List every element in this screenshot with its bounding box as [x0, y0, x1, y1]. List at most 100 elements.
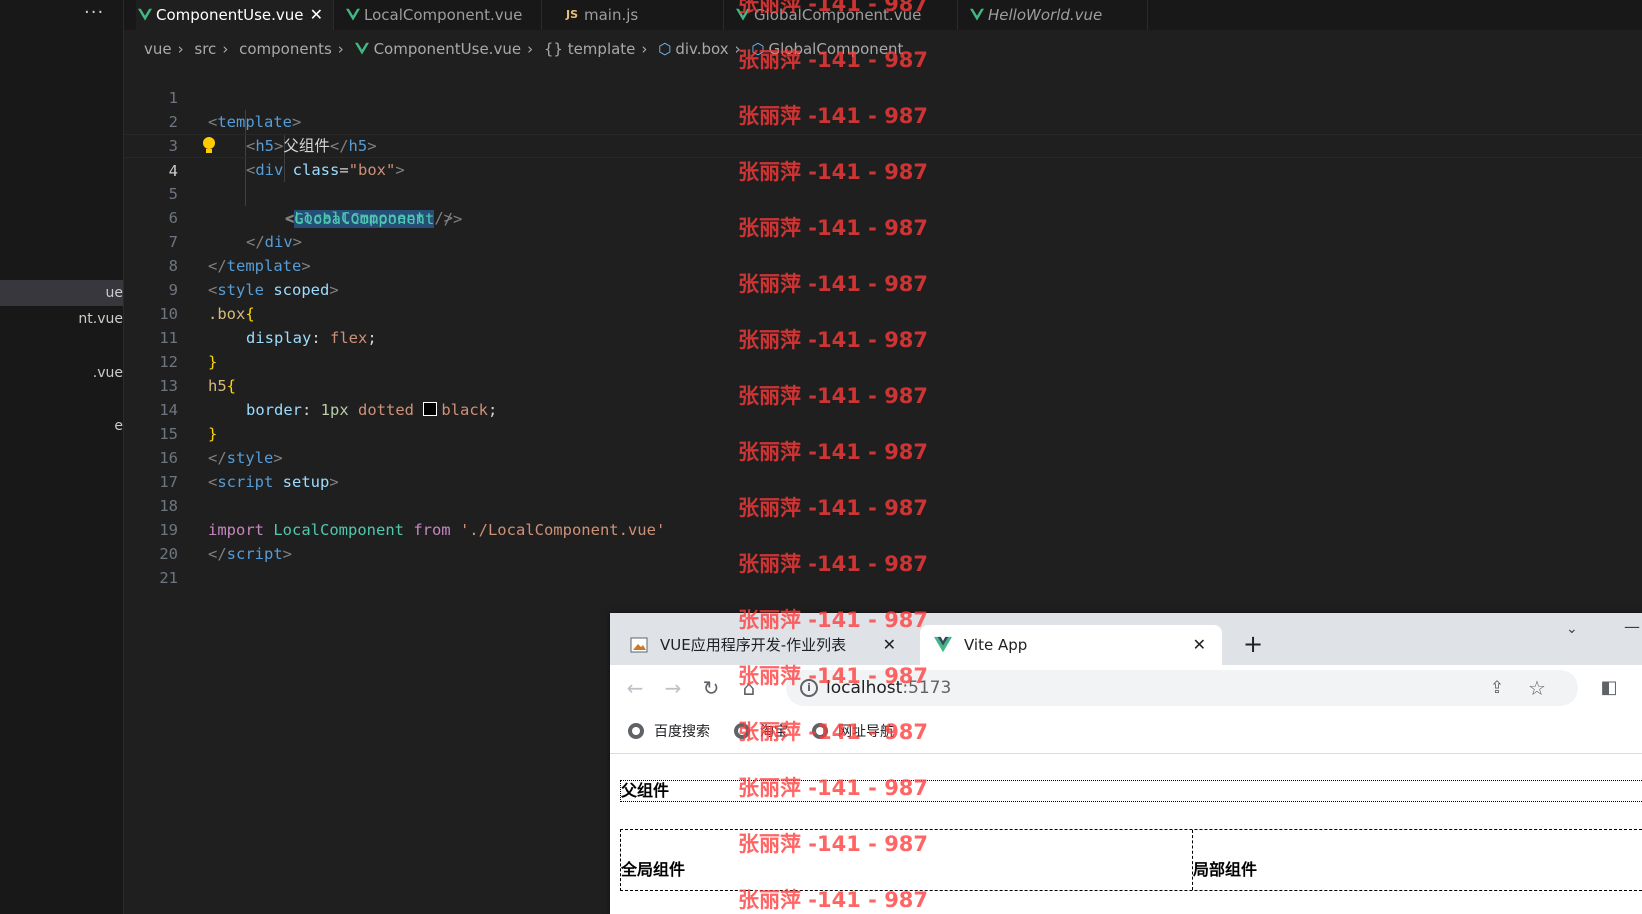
vue-icon [346, 8, 360, 21]
explorer-sidebar: ··· ue nt.vue .vue e [0, 0, 124, 914]
tab-componentuse-vue[interactable]: ComponentUse.vue ✕ [136, 0, 334, 30]
code-line: 15 </style> [124, 398, 1642, 467]
lightbulb-icon[interactable] [203, 137, 215, 153]
tab-label: GlobalComponent.vue [754, 6, 922, 24]
home-icon[interactable]: ⌂ [736, 675, 762, 701]
bookmark-item[interactable]: 百度搜索 [628, 711, 710, 753]
bookmark-item[interactable]: 网址导航 [812, 711, 894, 753]
breadcrumb-item[interactable]: components [239, 40, 332, 58]
code-line: 21 [124, 542, 1642, 587]
browser-tab-label: VUE应用程序开发-作业列表 [660, 636, 847, 654]
line-number: 21 [159, 569, 178, 587]
close-icon[interactable]: ✕ [1193, 625, 1206, 665]
tab-helloworld-vue[interactable]: HelloWorld.vue [968, 0, 1148, 30]
tab-label: main.js [584, 6, 639, 24]
chevron-right-icon: › [527, 40, 534, 58]
chevron-down-icon[interactable]: ⌄ [1566, 621, 1578, 637]
code-line: 13 border: 1px dotted black; [124, 350, 1642, 419]
chevron-right-icon: › [177, 40, 184, 58]
address-bar[interactable]: i localhost:5173 ⇪ ☆ [786, 670, 1578, 706]
breadcrumb-item[interactable]: vue [144, 40, 172, 58]
local-component: 局部组件 [1193, 830, 1642, 890]
vue-icon [934, 636, 952, 653]
parent-heading: 父组件 [620, 780, 1642, 802]
editor-tab-bar: ComponentUse.vue ✕ LocalComponent.vue JS… [124, 0, 1642, 30]
breadcrumb: vue › src › components › ComponentUse.vue › … [144, 38, 907, 60]
code-line: 10 display: flex; [124, 278, 1642, 347]
explorer-file-item[interactable]: .vue [0, 360, 123, 386]
close-icon[interactable]: ✕ [310, 0, 323, 30]
explorer-file-label: nt.vue [78, 311, 123, 327]
chevron-right-icon: › [641, 40, 648, 58]
new-tab-button[interactable]: + [1238, 625, 1268, 665]
browser-tab-vite-app[interactable]: Vite App ✕ [920, 625, 1222, 665]
code-line: 19 </script> [124, 494, 1642, 563]
star-icon[interactable]: ☆ [1524, 675, 1550, 701]
globe-icon [734, 723, 750, 739]
explorer-file-item[interactable]: e [0, 413, 123, 439]
code-line-current: 4 <GlobalComponent /> [124, 134, 1642, 228]
browser-toolbar: ← → ↻ ⌂ i localhost:5173 ⇪ ☆ ◧ [610, 665, 1642, 711]
code-line: 14 } [124, 374, 1642, 443]
chevron-right-icon: › [734, 40, 741, 58]
code-line: 6 </div> [124, 182, 1642, 251]
breadcrumb-item[interactable]: src [194, 40, 216, 58]
vue-icon [736, 8, 750, 21]
code-line: 1 <template> [124, 62, 1642, 131]
code-line: 12 h5{ [124, 326, 1642, 395]
breadcrumb-item[interactable]: div.box [675, 40, 728, 58]
explorer-file-item[interactable]: ue [0, 280, 123, 306]
bookmark-label: 淘宝 [760, 724, 788, 740]
breadcrumb-item[interactable]: GlobalComponent [769, 40, 904, 58]
globe-icon [628, 723, 644, 739]
url-host: localhost [826, 678, 903, 698]
url-port: :5173 [902, 678, 952, 698]
minimize-icon[interactable]: — [1624, 617, 1640, 636]
browser-window: VUE应用程序开发-作业列表 ✕ Vite App ✕ + ⌄ — ← → ↻ … [610, 613, 1642, 914]
vue-icon [354, 42, 369, 55]
global-component: 全局组件 [621, 830, 1191, 890]
component-box: 全局组件 局部组件 [620, 829, 1642, 891]
image-icon [630, 637, 648, 653]
back-arrow-icon[interactable]: ← [622, 675, 648, 701]
close-icon[interactable]: ✕ [883, 625, 896, 665]
tab-main-js[interactable]: JS main.js [564, 0, 724, 30]
tab-label: LocalComponent.vue [364, 6, 523, 24]
code-line: 20 [124, 518, 1642, 563]
code-line: 18 import LocalComponent from './LocalCo… [124, 470, 1642, 539]
code-line: 2 <h5>父组件</h5> [124, 86, 1642, 155]
explorer-file-label: e [114, 418, 123, 434]
tab-globalcomponent-vue[interactable]: GlobalComponent.vue [734, 0, 958, 30]
tab-label: ComponentUse.vue [156, 6, 304, 24]
local-component-heading: 局部组件 [1193, 862, 1258, 879]
bookmarks-bar: 百度搜索 淘宝 网址导航 [610, 711, 1642, 754]
page-content: 父组件 全局组件 局部组件 [610, 754, 1642, 914]
bookmark-item[interactable]: 淘宝 [734, 711, 788, 753]
vue-icon [970, 8, 984, 21]
more-actions-icon[interactable]: ··· [84, 2, 104, 23]
explorer-file-item[interactable]: nt.vue [0, 306, 123, 332]
js-icon: JS [566, 8, 579, 21]
code-line: 7 </template> [124, 206, 1642, 275]
tab-localcomponent-vue[interactable]: LocalComponent.vue [344, 0, 542, 30]
share-icon[interactable]: ⇪ [1484, 675, 1510, 701]
tab-label: HelloWorld.vue [988, 6, 1103, 24]
bookmark-label: 网址导航 [838, 724, 894, 740]
forward-arrow-icon[interactable]: → [660, 675, 686, 701]
breadcrumb-item[interactable]: {} template [544, 40, 636, 58]
url-text: localhost:5173 [826, 670, 951, 706]
info-icon[interactable]: i [800, 679, 818, 697]
side-panel-icon[interactable]: ◧ [1596, 675, 1622, 701]
code-line: 5 <LocalComponent /> [124, 158, 1642, 227]
browser-tab-label: Vite App [964, 636, 1028, 654]
bookmark-label: 百度搜索 [654, 724, 710, 740]
code-line: 8 <style scoped> [124, 230, 1642, 299]
browser-tab-homework[interactable]: VUE应用程序开发-作业列表 ✕ [616, 625, 912, 665]
vue-icon [138, 8, 152, 21]
breadcrumb-item[interactable]: ComponentUse.vue [374, 40, 522, 58]
code-line: 9 .box{ [124, 254, 1642, 323]
explorer-file-label: .vue [92, 365, 123, 381]
cube-icon: ⬡ [751, 40, 765, 58]
reload-icon[interactable]: ↻ [698, 675, 724, 701]
code-line: 17 [124, 446, 1642, 491]
